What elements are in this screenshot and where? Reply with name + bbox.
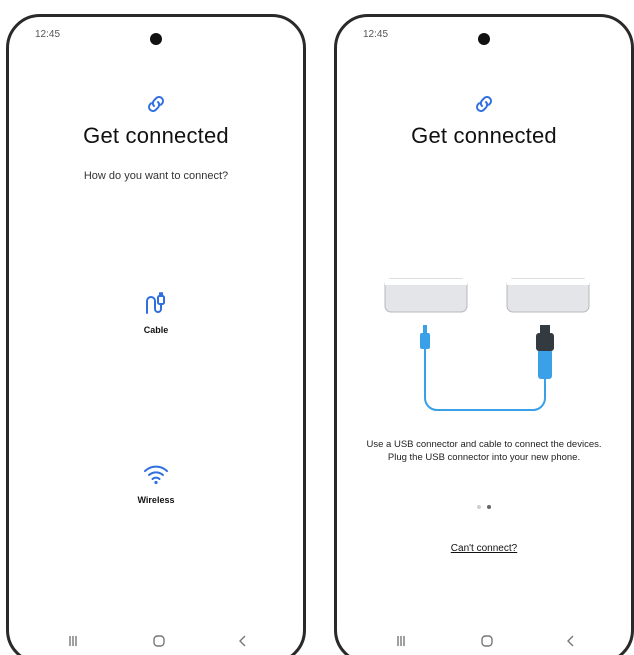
wireless-option[interactable]: Wireless [96,459,216,505]
link-icon [476,96,492,112]
home-icon [153,635,165,647]
back-icon [567,635,574,647]
cable-icon [146,292,165,314]
recent-apps-button[interactable] [391,631,411,651]
back-button[interactable] [233,631,253,651]
page-dot-2-active [487,505,491,509]
page-subtitle: How do you want to connect? [83,170,229,182]
back-button[interactable] [561,631,581,651]
phone-left: 12:45 Get connected How do you want to c… [6,14,306,655]
link-icon [148,96,164,112]
front-camera [150,33,162,45]
usb-connection-illustration [384,278,590,411]
front-camera [478,33,490,45]
old-phone-illustration [384,278,468,313]
cable-option-label: Cable [143,325,169,335]
instructions-text: Use a USB connector and cable to connect… [366,439,602,463]
usb-cable-illustration [420,325,554,411]
home-button[interactable] [477,631,497,651]
wifi-icon [144,465,168,485]
two-phone-screens: 12:45 Get connected How do you want to c… [0,0,634,655]
navigation-bar [337,631,631,651]
cant-connect-link[interactable]: Can't connect? [337,543,631,554]
status-time: 12:45 [363,29,389,40]
new-phone-illustration [506,278,590,313]
recent-apps-icon [397,636,405,646]
page-indicator [469,505,499,511]
page-title: Get connected [83,123,229,148]
back-icon [239,635,246,647]
home-button[interactable] [149,631,169,651]
recent-apps-icon [69,636,77,646]
page-title: Get connected [411,123,557,148]
page-dot-1 [477,505,481,509]
navigation-bar [9,631,303,651]
wireless-option-label: Wireless [137,495,175,505]
status-time: 12:45 [35,29,61,40]
home-icon [481,635,493,647]
recent-apps-button[interactable] [63,631,83,651]
cable-option[interactable]: Cable [96,289,216,335]
phone-right: 12:45 Get connected Use a USB connector … [334,14,634,655]
